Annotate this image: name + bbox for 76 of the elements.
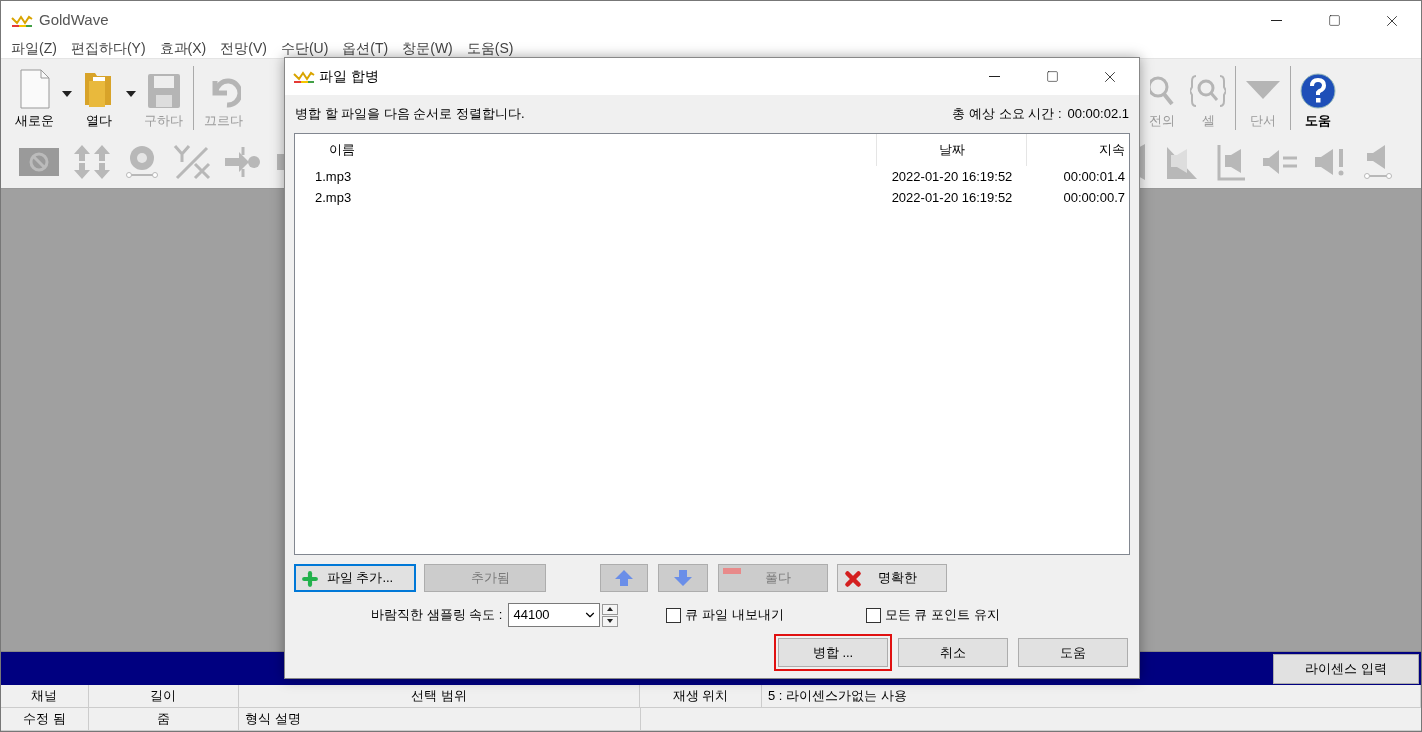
dialog-button[interactable]: 병합 ...: [778, 638, 888, 667]
y-cross-icon[interactable]: [173, 144, 211, 180]
menu-item[interactable]: 전망(V): [213, 40, 274, 56]
maximize-icon: [1327, 14, 1341, 27]
menu-item[interactable]: 편집하다(Y): [63, 40, 153, 56]
status-cell: 채널: [1, 685, 89, 707]
checkbox-label[interactable]: 큐 파일 내보내기: [685, 605, 784, 625]
file-list[interactable]: 이름 날짜 지속 1.mp3 2022-01-20 16:19:52 00:00:01.4 2.mp3 2022-01-20 16:19:52 00:00:00.7: [294, 133, 1130, 555]
dialog-button[interactable]: 도움: [1018, 638, 1128, 667]
file-duration: 00:00:00.7: [1062, 188, 1126, 207]
checkbox[interactable]: [865, 607, 881, 623]
total-time-value: 00:00:02.1: [1067, 105, 1129, 124]
total-time-label: 총 예상 소요 시간 :: [952, 105, 1062, 124]
speaker-equals-icon[interactable]: [1263, 148, 1299, 176]
speaker-link-icon[interactable]: [1363, 143, 1393, 181]
file-row[interactable]: 1.mp3 2022-01-20 16:19:52 00:00:01.4: [295, 166, 1129, 187]
menu-item[interactable]: 창문(W): [395, 40, 460, 56]
dropdown-caret-icon[interactable]: [126, 90, 136, 97]
blank-page-icon: [18, 69, 51, 109]
maximize-icon: [1045, 70, 1059, 83]
minimize-icon: [1270, 20, 1282, 21]
down-arrow-icon: [673, 569, 693, 587]
toolbar-button[interactable]: 새로운: [11, 64, 58, 131]
status-cell: 줌: [89, 708, 239, 730]
no-entry-icon[interactable]: [19, 148, 59, 176]
help-icon: [1300, 73, 1336, 109]
file-date: 2022-01-20 16:19:52: [890, 167, 1014, 186]
menu-item[interactable]: 파일(Z): [4, 40, 64, 56]
status-cell: 수정 됨: [1, 708, 89, 730]
clear-icon: [842, 568, 864, 590]
file-name: 2.mp3: [314, 188, 353, 207]
magnifier-brackets-icon: [1190, 73, 1226, 109]
down-caret-icon: [607, 619, 614, 623]
logo-icon: [293, 69, 315, 84]
column-header[interactable]: 날짜: [877, 134, 1027, 166]
spin-down-button[interactable]: [602, 615, 619, 627]
status-cell: 형식 설명: [239, 708, 641, 730]
file-date: 2022-01-20 16:19:52: [890, 188, 1014, 207]
dropdown-caret-icon[interactable]: [62, 90, 72, 97]
column-header[interactable]: 지속: [1027, 134, 1127, 166]
checkbox[interactable]: [666, 607, 682, 623]
status-cell: 5 : 라이센스가없는 사용: [761, 685, 1421, 707]
minus-icon: [723, 568, 741, 574]
column-header[interactable]: 이름: [295, 134, 877, 166]
status-cell: 길이: [88, 685, 239, 707]
swap-arrows-icon[interactable]: [73, 145, 111, 179]
up-arrow-icon: [614, 569, 634, 587]
sample-rate-label: 바람직한 샘플링 속도 :: [371, 606, 503, 625]
checkbox-label[interactable]: 모든 큐 포인트 유지: [884, 605, 1000, 625]
dialog-title: 파일 합병: [319, 67, 379, 86]
toolbar-button[interactable]: 도움: [1295, 64, 1341, 131]
dialog-button[interactable]: 취소: [898, 638, 1008, 667]
up-caret-icon: [607, 607, 614, 611]
file-name: 1.mp3: [314, 167, 353, 186]
menu-item[interactable]: 효과(X): [152, 40, 214, 56]
sample-rate-dropdown[interactable]: 44100: [508, 603, 601, 627]
instruction-text: 병합 할 파일을 다음 순서로 정렬합니다.: [295, 105, 525, 124]
file-row[interactable]: 2.mp3 2022-01-20 16:19:52 00:00:00.7: [295, 187, 1129, 208]
list-button[interactable]: 명확한: [837, 564, 947, 592]
logo-icon: [11, 13, 33, 28]
spin-up-button[interactable]: [602, 603, 619, 615]
disc-icon[interactable]: [125, 145, 159, 179]
arrow-into-icon[interactable]: [225, 145, 261, 179]
toolbar-button[interactable]: 열다: [76, 64, 122, 131]
menu-item[interactable]: 도움(S): [459, 40, 521, 56]
license-button[interactable]: 라이센스 입력: [1273, 653, 1419, 684]
speaker-bracket-icon[interactable]: [1217, 143, 1247, 181]
plus-icon: [300, 569, 320, 589]
menu-item[interactable]: 옵션(T): [335, 40, 396, 56]
list-button[interactable]: 파일 추가...: [294, 564, 416, 592]
menu-item[interactable]: 수단(U): [273, 40, 336, 56]
window-title: GoldWave: [39, 10, 109, 31]
minimize-icon: [988, 76, 1000, 77]
status-cell: 선택 범위: [238, 685, 641, 707]
status-cell: 재생 위치: [640, 685, 762, 707]
file-duration: 00:00:01.4: [1062, 167, 1126, 186]
